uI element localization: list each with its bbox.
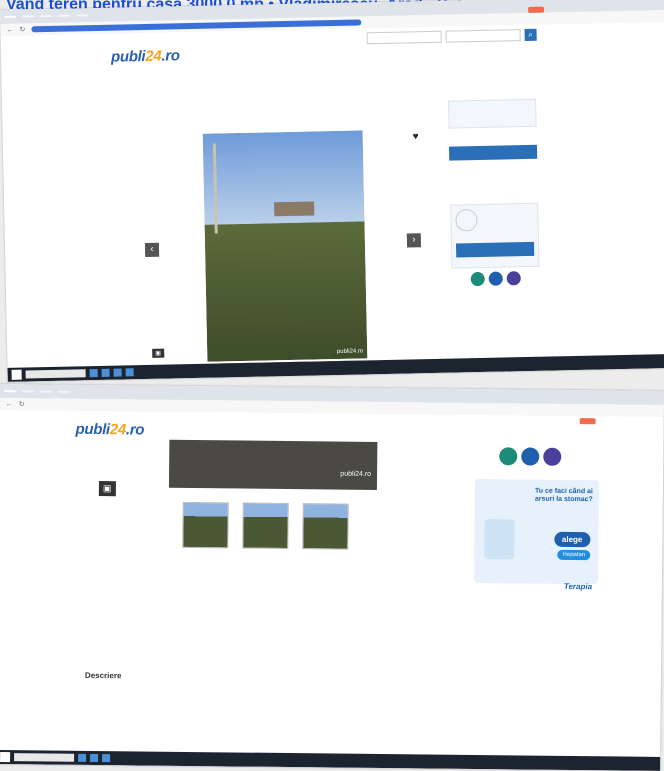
back-icon[interactable]: ← [6, 26, 13, 33]
app-icon[interactable] [90, 754, 98, 762]
listing-photo[interactable]: publi24.ro [169, 440, 377, 490]
taskbar-search[interactable] [26, 369, 86, 378]
app-icon[interactable] [102, 369, 110, 377]
browser-tab[interactable] [22, 15, 34, 17]
browser-tab[interactable] [22, 390, 34, 392]
listing-photo[interactable]: publi24.ro [203, 130, 368, 361]
add-listing-button[interactable] [528, 7, 544, 13]
message-button[interactable] [456, 242, 534, 258]
share-icon[interactable] [499, 447, 517, 465]
description-text [85, 685, 465, 689]
app-icon[interactable] [102, 754, 110, 762]
browser-tab[interactable] [4, 16, 16, 18]
windows-icon[interactable] [12, 370, 22, 380]
share-buttons [452, 271, 540, 287]
reload-icon[interactable]: ↻ [19, 400, 25, 408]
site-logo[interactable]: publi24.ro [75, 421, 144, 439]
share-icon[interactable] [543, 448, 561, 466]
sidebar-card [448, 99, 537, 129]
app-icon[interactable] [114, 369, 122, 377]
share-icon[interactable] [489, 272, 503, 286]
thumbnail[interactable] [242, 503, 288, 549]
search-icon[interactable]: ⌕ [525, 29, 537, 41]
share-buttons [499, 447, 561, 466]
thumbnail[interactable] [182, 502, 228, 548]
windows-icon[interactable] [0, 752, 10, 762]
share-icon[interactable] [507, 271, 521, 285]
browser-tab[interactable] [4, 390, 16, 392]
avatar [455, 209, 477, 231]
banner-brand-chip: Hepatan [558, 550, 591, 560]
screenshot-bottom: ← ↻ publi24.ro publi24.ro ▣ Tu ce faci c… [0, 384, 664, 771]
app-icon[interactable] [126, 368, 134, 376]
watermark: publi24.ro [340, 471, 371, 478]
thumbnail[interactable] [302, 503, 348, 549]
heart-icon[interactable]: ♥ [413, 131, 419, 142]
site-logo[interactable]: publi24.ro [111, 47, 180, 65]
app-icon[interactable] [90, 369, 98, 377]
add-listing-button[interactable] [580, 418, 596, 424]
taskbar-search[interactable] [14, 753, 74, 762]
screenshot-top: ← ↻ publi24.ro ⌕ ♥ publi24.ro ‹ › ▣ [0, 0, 664, 382]
share-icon[interactable] [521, 447, 539, 465]
browser-tab[interactable] [58, 391, 70, 393]
product-image [484, 519, 514, 559]
browser-tab[interactable] [40, 15, 52, 17]
search-input[interactable] [367, 31, 442, 45]
ad-banner[interactable]: Tu ce faci când ai arsuri la stomac? ale… [474, 479, 599, 584]
browser-tab[interactable] [58, 15, 70, 17]
browser-tab[interactable] [40, 390, 52, 392]
chevron-left-icon[interactable]: ‹ [145, 243, 159, 257]
banner-headline: Tu ce faci când ai arsuri la stomac? [523, 487, 593, 504]
browser-tab[interactable] [76, 14, 88, 16]
taskbar [0, 750, 664, 771]
share-icon[interactable] [471, 272, 485, 286]
banner-cta[interactable]: alege [554, 532, 591, 547]
sponsor-logo: Terapia [564, 582, 592, 591]
description-heading: Descriere [85, 671, 122, 680]
thumbnail-strip [182, 502, 348, 550]
call-button[interactable] [449, 145, 537, 161]
chevron-right-icon[interactable]: › [407, 233, 421, 247]
location-input[interactable] [446, 29, 521, 43]
reload-icon[interactable]: ↻ [19, 25, 25, 33]
seller-card [450, 203, 539, 269]
camera-icon[interactable]: ▣ [152, 349, 164, 358]
app-icon[interactable] [78, 754, 86, 762]
back-icon[interactable]: ← [6, 401, 13, 408]
camera-icon[interactable]: ▣ [99, 481, 116, 496]
watermark: publi24.ro [337, 348, 363, 355]
seller-sidebar [448, 99, 540, 287]
